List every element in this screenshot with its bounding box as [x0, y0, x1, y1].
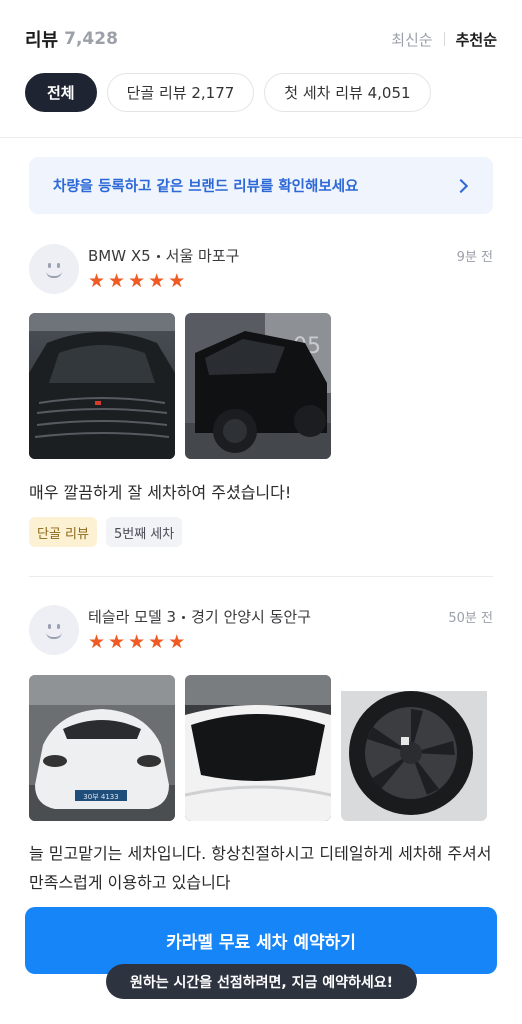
review-time: 9분 전 — [456, 250, 493, 265]
avatar — [29, 244, 79, 294]
sort-latest[interactable]: 최신순 — [391, 29, 432, 50]
star-icon: ★ — [128, 631, 146, 653]
avatar-eye-icon — [48, 624, 51, 629]
location: 경기 안양시 동안구 — [191, 608, 312, 626]
review-count: 7,428 — [64, 29, 118, 49]
meta-dot — [182, 616, 186, 619]
banner-text: 차량을 등록하고 같은 브랜드 리뷰를 확인해보세요 — [53, 179, 359, 195]
star-icon: ★ — [168, 270, 186, 292]
filter-chips: 전체 단골 리뷰 2,177 첫 세차 리뷰 4,051 — [25, 73, 431, 112]
review-photo[interactable]: 05 — [185, 313, 331, 459]
avatar-smile-icon — [46, 632, 62, 639]
reviews-header: 리뷰 7,428 최신순 추천순 전체 단골 리뷰 2,177 첫 세차 리뷰 … — [0, 0, 522, 138]
register-car-banner[interactable]: 차량을 등록하고 같은 브랜드 리뷰를 확인해보세요 — [29, 157, 493, 214]
reviewer-meta: 테슬라 모델 3 경기 안양시 동안구 — [88, 606, 311, 627]
sort-options: 최신순 추천순 — [391, 29, 497, 50]
tag-wash-count: 5번째 세차 — [105, 517, 183, 547]
location: 서울 마포구 — [165, 247, 240, 265]
star-icon: ★ — [168, 631, 186, 653]
car-model: 테슬라 모델 3 — [88, 608, 177, 626]
review-photo[interactable]: 30부 4133 — [29, 675, 175, 821]
avatar-eye-icon — [57, 624, 60, 629]
reviewer-meta: BMW X5 서울 마포구 — [88, 245, 239, 266]
review-divider — [29, 576, 493, 577]
review-card: BMW X5 서울 마포구 9분 전 ★ ★ ★ ★ ★ 05 매우 깔끔하게 … — [29, 244, 493, 554]
page-title: 리뷰 — [25, 30, 59, 51]
car-model: BMW X5 — [88, 247, 151, 265]
meta-dot — [156, 255, 160, 258]
review-text: 늘 믿고맡기는 세차입니다. 항상친절하시고 디테일하게 세차해 주셔서 만족스… — [29, 844, 492, 892]
star-rating: ★ ★ ★ ★ ★ — [88, 632, 185, 652]
sort-divider — [443, 32, 445, 46]
review-photos: 30부 4133 — [29, 675, 487, 821]
star-icon: ★ — [128, 270, 146, 292]
review-card: 테슬라 모델 3 경기 안양시 동안구 50분 전 ★ ★ ★ ★ ★ 30부 4133 — [29, 605, 493, 905]
review-tags: 단골 리뷰 5번째 세차 — [29, 517, 183, 547]
star-rating: ★ ★ ★ ★ ★ — [88, 271, 185, 291]
license-plate: 30부 4133 — [83, 793, 118, 801]
tag-regular: 단골 리뷰 — [29, 517, 97, 547]
avatar-eye-icon — [57, 263, 60, 268]
star-icon: ★ — [148, 631, 166, 653]
avatar — [29, 605, 79, 655]
avatar-eye-icon — [48, 263, 51, 268]
reserve-tooltip: 원하는 시간을 선점하려면, 지금 예약하세요! — [106, 964, 417, 999]
review-photo[interactable] — [185, 675, 331, 821]
star-icon: ★ — [108, 631, 126, 653]
review-photos: 05 — [29, 313, 331, 459]
filter-chip-all[interactable]: 전체 — [25, 73, 97, 112]
chevron-right-icon — [453, 178, 469, 193]
star-icon: ★ — [108, 270, 126, 292]
review-photo[interactable] — [341, 675, 487, 821]
review-time: 50분 전 — [448, 611, 493, 626]
review-photo[interactable] — [29, 313, 175, 459]
sort-recommended[interactable]: 추천순 — [456, 29, 497, 50]
title-row: 리뷰 7,428 최신순 추천순 — [25, 26, 497, 52]
star-icon: ★ — [88, 631, 106, 653]
star-icon: ★ — [88, 270, 106, 292]
filter-chip-regular[interactable]: 단골 리뷰 2,177 — [106, 73, 255, 112]
star-icon: ★ — [148, 270, 166, 292]
filter-chip-first-wash[interactable]: 첫 세차 리뷰 4,051 — [264, 73, 431, 112]
review-text: 매우 깔끔하게 잘 세차하여 주셨습니다! — [29, 483, 292, 502]
avatar-smile-icon — [46, 271, 62, 278]
